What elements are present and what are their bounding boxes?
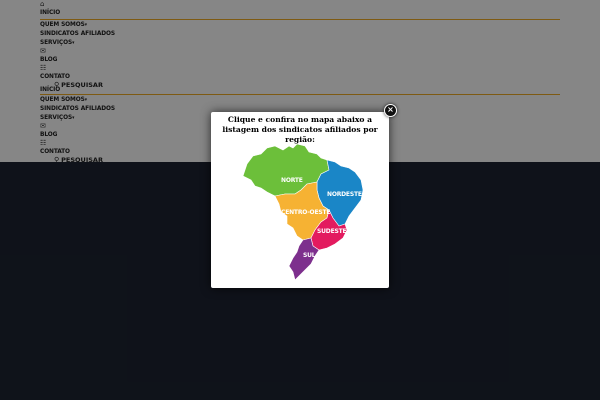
label-sudeste: SUDESTE [317, 228, 346, 235]
brazil-regions-map: NORTE NORDESTE CENTRO-OESTE SUDESTE SUL [242, 143, 364, 281]
label-centro-oeste: CENTRO-OESTE [281, 209, 330, 216]
label-nordeste: NORDESTE [327, 191, 362, 198]
label-norte: NORTE [281, 177, 303, 184]
label-sul: SUL [303, 252, 316, 259]
modal-instructions: Clique e confira no mapa abaixo a listag… [222, 115, 378, 144]
region-map-modal: Clique e confira no mapa abaixo a listag… [211, 112, 389, 288]
close-button[interactable]: × [384, 104, 397, 117]
